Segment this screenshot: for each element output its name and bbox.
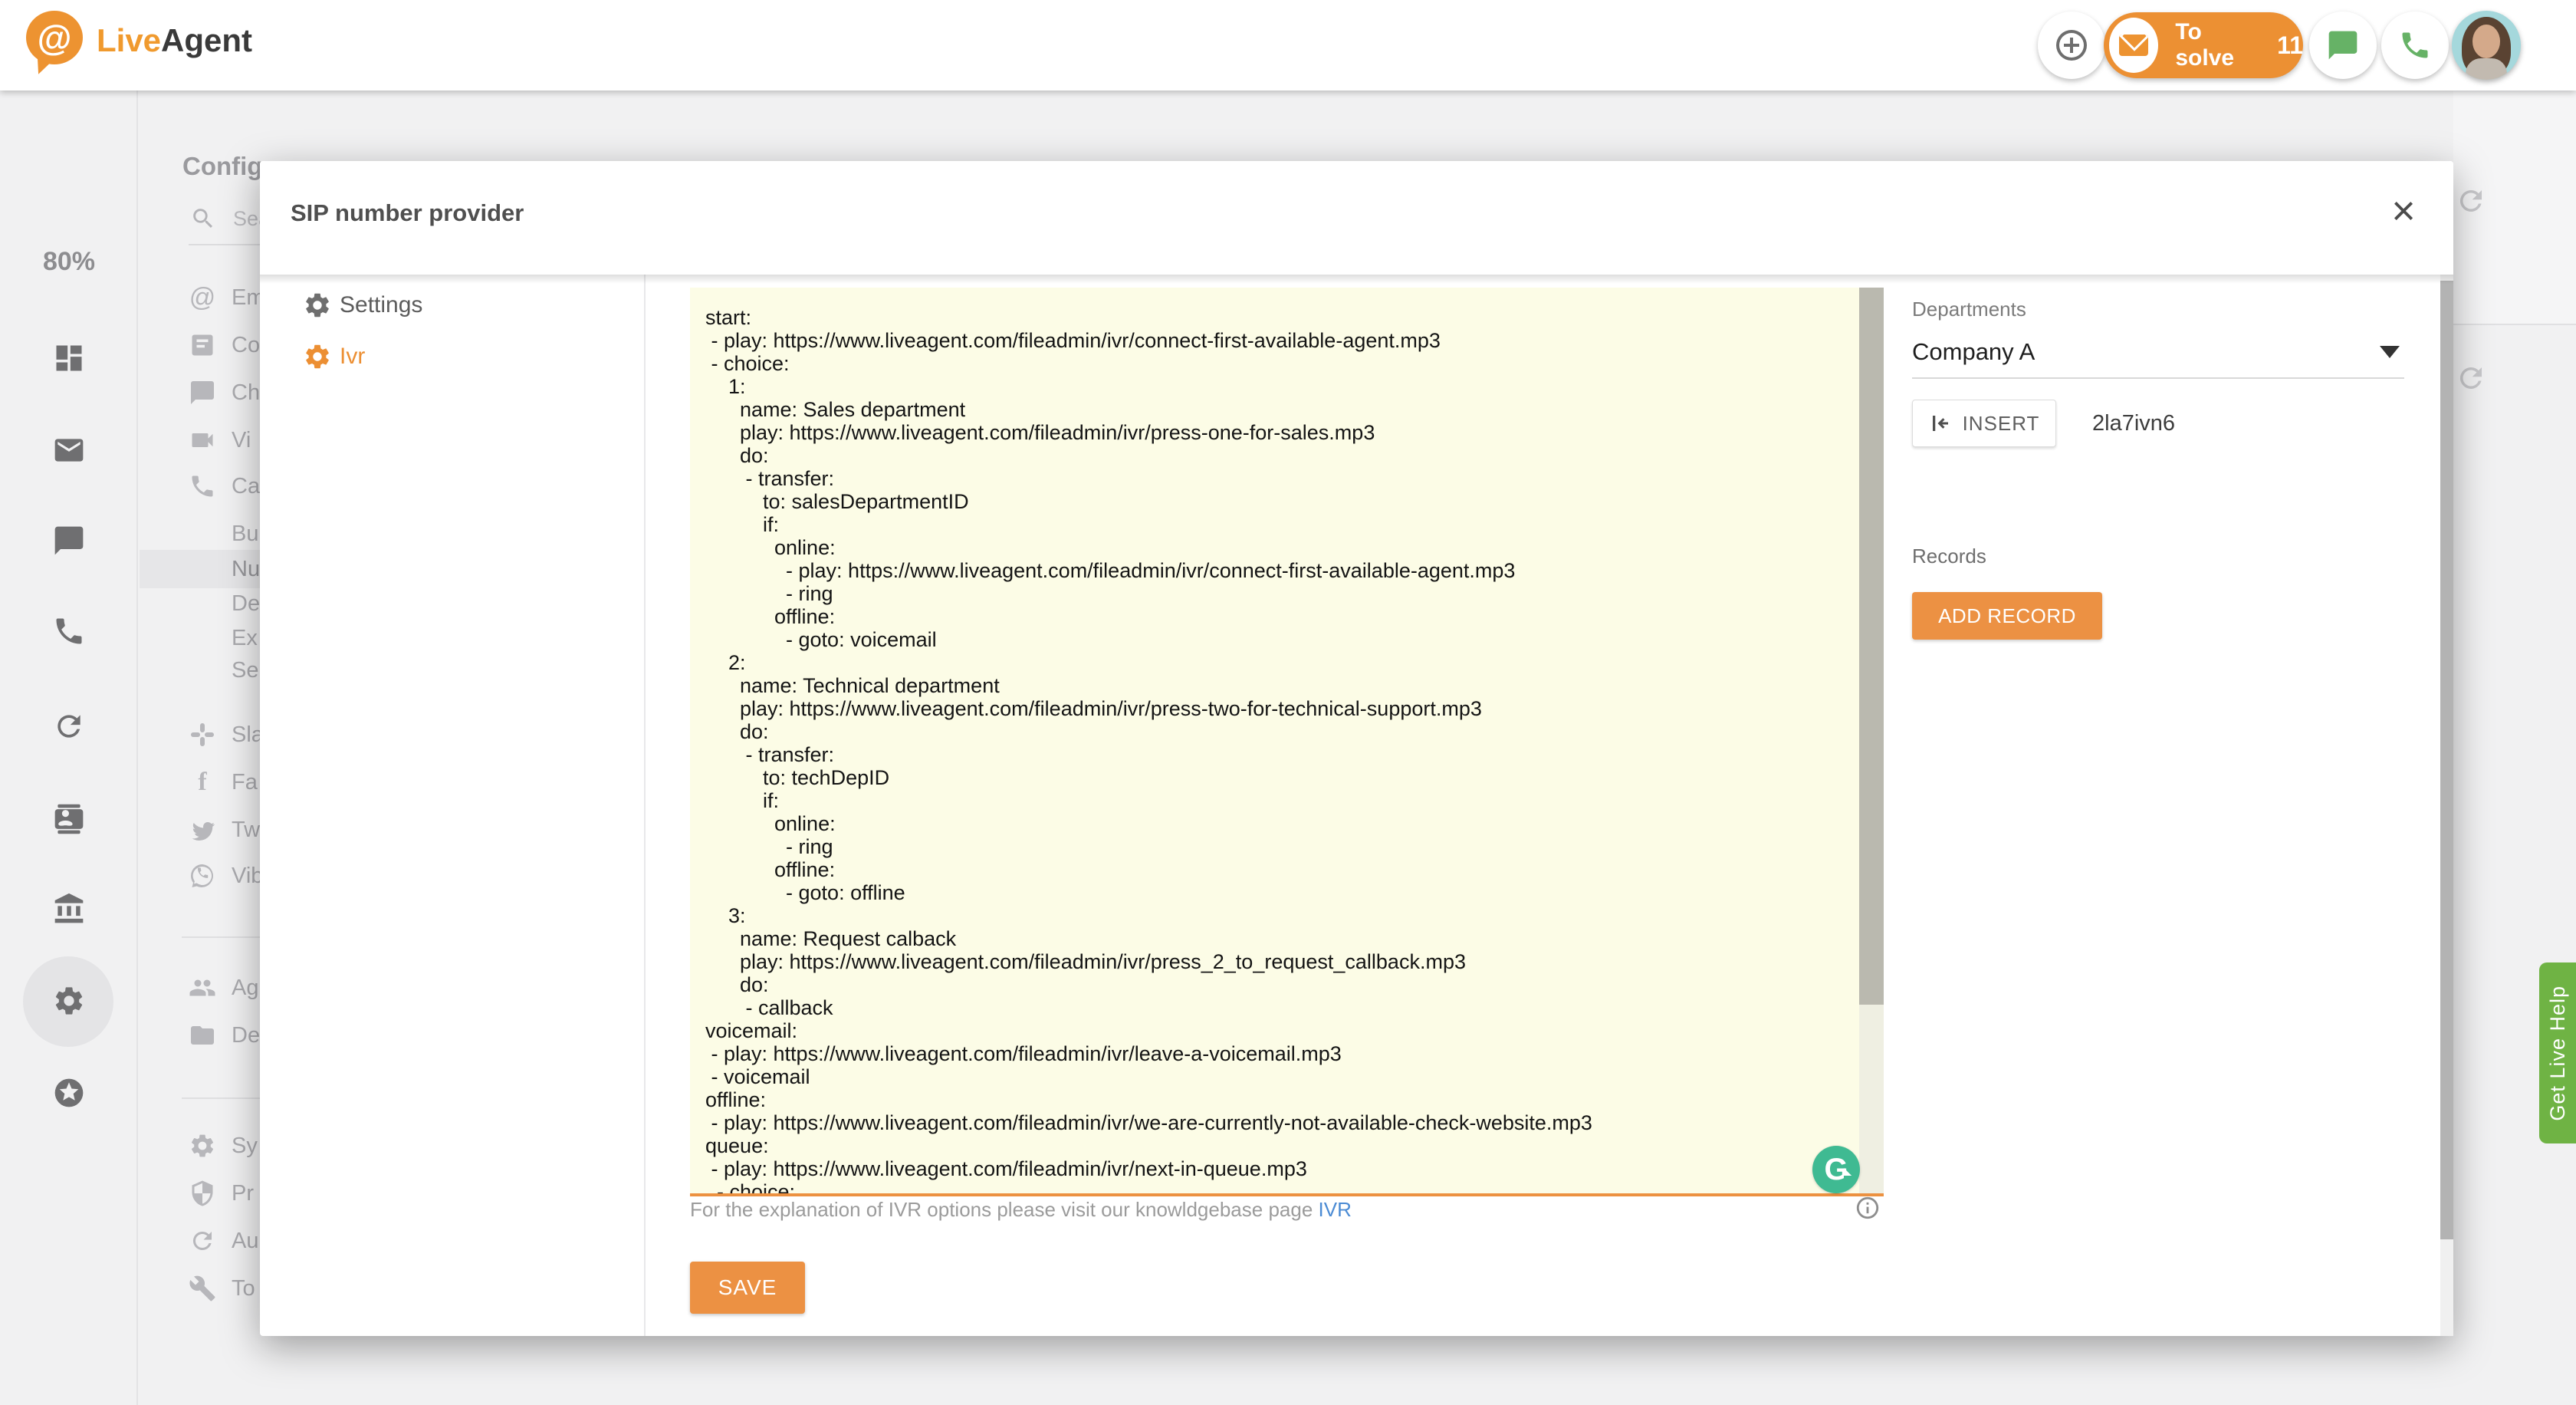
twitter-icon [189,816,216,844]
departments-label: Departments [1912,298,2026,321]
user-avatar[interactable] [2452,11,2521,80]
contact-card-icon[interactable] [52,802,86,836]
divider [182,1097,261,1099]
get-live-help-label: Get Live Help [2546,985,2570,1121]
videocam-icon [189,426,216,454]
chat-icon [189,379,216,406]
logo-text-agent: Agent [161,22,252,58]
chat-status-button[interactable] [2309,12,2377,79]
textarea-scrollbar[interactable] [1859,288,1884,1193]
shield-icon [189,1180,216,1207]
records-label: Records [1912,545,1986,568]
facebook-icon: f [189,768,216,796]
refresh-icon[interactable] [2455,362,2487,394]
gear-icon[interactable] [52,984,86,1018]
gear-icon [303,291,332,320]
gear-icon [189,1132,216,1160]
modal-scrollbar[interactable] [2440,275,2453,1336]
star-circle-icon[interactable] [52,1076,86,1110]
to-solve-pill[interactable]: To solve 11 [2104,12,2303,78]
logo-text-live: Live [97,22,161,58]
viber-icon [189,862,216,890]
zoom-level-badge: 80% [0,247,138,277]
departments-selected-value: Company A [1912,338,2035,366]
add-button[interactable] [2038,12,2105,79]
app-screen: 80% Configur Sea @Em Co Ch Vi Ca Bu Nu D… [0,0,2576,1405]
divider [182,936,261,938]
note-icon [189,331,216,359]
add-record-button[interactable]: ADD RECORD [1912,592,2102,640]
insert-button[interactable]: INSERT [1912,400,2056,447]
header-shadow [260,275,2453,284]
dashboard-icon[interactable] [52,341,86,375]
liveagent-logo[interactable]: @ LiveAgent [21,11,252,71]
sync-icon[interactable] [52,709,86,743]
sidebar-rail: 80% [0,90,138,1405]
to-solve-label: To solve [2175,19,2257,71]
phone-icon[interactable] [52,614,86,648]
phone-icon [2398,28,2432,62]
save-button[interactable]: SAVE [690,1262,805,1314]
slack-icon [189,721,216,749]
grammarly-icon[interactable]: G [1812,1146,1860,1193]
ivr-helper-text: For the explanation of IVR options pleas… [690,1198,1352,1222]
chat-icon [2326,28,2360,62]
modal-tab-settings[interactable]: Settings [260,278,643,332]
search-icon [190,206,216,232]
to-solve-count: 11 [2277,31,2303,60]
info-icon[interactable] [1855,1195,1881,1221]
modal-tab-ivr[interactable]: Ivr [260,330,643,383]
wrench-icon [189,1275,216,1302]
envelope-badge [2109,18,2158,73]
top-header: @ LiveAgent To solve 11 [0,0,2576,90]
folder-icon [189,1022,216,1049]
departments-select[interactable]: Company A [1912,327,2404,379]
get-live-help-tab[interactable]: Get Live Help [2539,962,2576,1143]
phone-icon [189,472,216,500]
sync-icon [189,1227,216,1255]
modal-menu-divider [644,275,646,1336]
close-icon[interactable]: × [2377,184,2430,238]
logo-bubble-icon: @ [21,11,86,71]
refresh-icon[interactable] [2455,185,2487,217]
sip-number-provider-modal: SIP number provider × Settings Ivr start… [260,161,2453,1336]
mail-icon[interactable] [52,433,86,467]
ivr-knowledgebase-link[interactable]: IVR [1319,1198,1352,1221]
insert-left-icon [1929,412,1952,435]
chevron-down-icon [2380,346,2400,358]
textarea-scrollbar-thumb[interactable] [1859,288,1884,1005]
envelope-icon [2119,35,2148,56]
bank-icon[interactable] [52,892,86,926]
insert-code-value: 2la7ivn6 [2092,411,2175,436]
modal-title: SIP number provider [291,199,524,227]
modal-scrollbar-thumb[interactable] [2440,281,2453,1239]
modal-header: SIP number provider × [260,161,2453,275]
ivr-config-textarea[interactable]: start: - play: https://www.liveagent.com… [690,288,1884,1196]
gear-icon [303,342,332,371]
chat-icon[interactable] [52,524,86,558]
people-icon [189,974,216,1002]
phone-status-button[interactable] [2381,12,2449,79]
plus-icon [2053,27,2090,64]
at-icon: @ [189,284,216,311]
